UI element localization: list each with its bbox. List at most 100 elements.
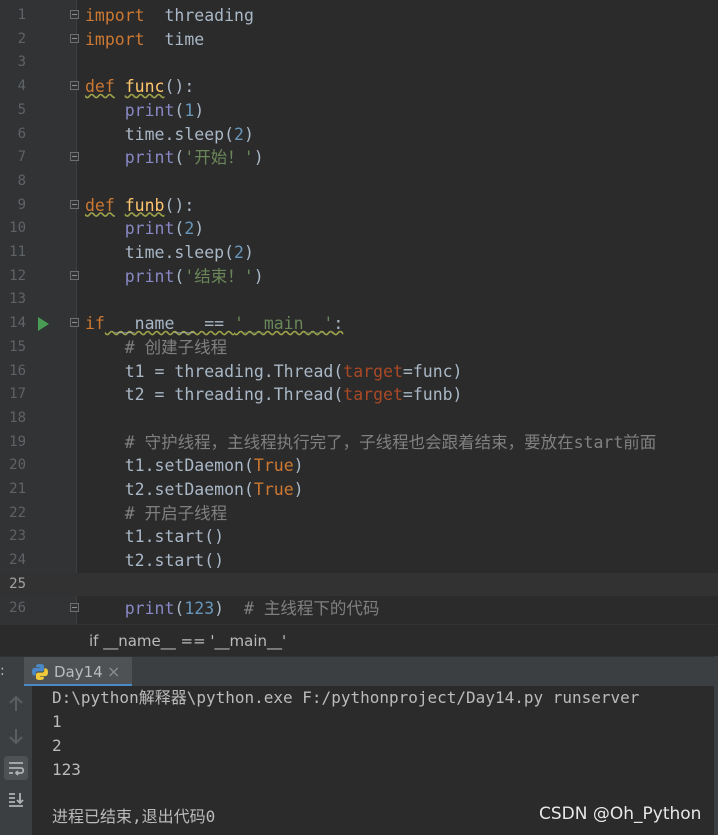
code-token: import — [85, 6, 145, 25]
code-line[interactable]: 5 print(1) — [0, 99, 718, 123]
code-token: (): — [164, 195, 195, 215]
code-token: time.sleep( — [85, 124, 235, 144]
breadcrumb-item[interactable]: if __name__ == '__main__' — [89, 632, 286, 650]
code-line[interactable]: 18 — [0, 407, 718, 431]
code-line[interactable]: 20 t1.setDaemon(True) — [0, 454, 718, 478]
code-line[interactable]: 22 # 开启子线程 — [0, 502, 718, 526]
code-token: import — [85, 29, 145, 49]
code-text: import time — [85, 28, 204, 52]
code-text: # 守护线程，主线程执行完了，子线程也会跟着结束，要放在start前面 — [85, 431, 657, 455]
code-line[interactable]: 6 time.sleep(2) — [0, 123, 718, 147]
code-line[interactable]: 1 import threading — [0, 4, 718, 28]
line-number: 21 — [9, 481, 26, 497]
code-line[interactable]: 10 print(2) — [0, 217, 718, 241]
code-line[interactable]: 21 t2.setDaemon(True) — [0, 478, 718, 502]
code-token: print — [124, 266, 175, 286]
line-number: 2 — [17, 30, 26, 47]
fold-marker-icon[interactable] — [70, 270, 79, 280]
code-token: 2 — [234, 243, 244, 262]
code-line[interactable]: 15 # 创建子线程 — [0, 336, 718, 360]
code-token: # 主线程下的代码 — [243, 598, 380, 618]
line-number: 26 — [9, 599, 26, 616]
code-token: print — [124, 100, 175, 120]
line-number: 20 — [9, 457, 26, 474]
arrow-up-icon[interactable] — [4, 692, 28, 716]
code-text: t1.setDaemon(True) — [85, 454, 304, 478]
fold-marker-icon[interactable] — [70, 602, 79, 612]
code-token: ( — [174, 219, 185, 239]
code-token: : — [333, 314, 344, 334]
code-token: def — [85, 195, 115, 215]
code-line[interactable]: 9 def funb(): — [0, 194, 718, 218]
code-token: ) — [214, 598, 244, 618]
code-line[interactable]: 19 # 守护线程，主线程执行完了，子线程也会跟着结束，要放在start前面 — [0, 431, 718, 455]
code-token: if — [85, 314, 105, 334]
code-token: (): — [164, 77, 195, 97]
breadcrumb[interactable]: if __name__ == '__main__' — [0, 624, 718, 657]
soft-wrap-icon[interactable] — [4, 756, 28, 780]
code-token: ( — [174, 266, 185, 286]
code-token: # 创建子线程 — [124, 337, 228, 357]
code-line[interactable]: 11 time.sleep(2) — [0, 241, 718, 265]
code-line[interactable]: 25 — [0, 572, 718, 597]
run-gutter-icon[interactable] — [38, 317, 49, 332]
code-token: 1 — [184, 100, 195, 120]
code-line[interactable]: 8 — [0, 170, 718, 194]
code-token: t2 = threading.Thread( — [85, 385, 344, 405]
code-line[interactable]: 16 t1 = threading.Thread(target=func) — [0, 360, 718, 384]
fold-marker-icon[interactable] — [70, 199, 79, 209]
line-number: 10 — [9, 220, 26, 237]
line-number: 17 — [9, 386, 26, 403]
code-token: # 开启子线程 — [124, 503, 228, 523]
code-line[interactable]: 2 import time — [0, 28, 718, 52]
code-token: threading — [144, 6, 254, 25]
panel-edge — [714, 656, 718, 835]
code-token: t2.setDaemon( — [85, 480, 254, 499]
line-number: 1 — [17, 7, 26, 23]
fold-marker-icon[interactable] — [70, 33, 79, 43]
fold-marker-icon[interactable] — [70, 10, 79, 19]
code-text: time.sleep(2) — [85, 123, 254, 147]
line-number: 23 — [9, 528, 26, 545]
code-token: # 守护线程，主线程执行完了，子线程也会跟着结束，要放在start前面 — [124, 432, 657, 452]
code-line[interactable]: 4 def func(): — [0, 75, 718, 99]
code-token: True — [253, 480, 294, 499]
code-line[interactable]: 23 t1.start() — [0, 525, 718, 549]
code-line[interactable]: 12 print('结束！') — [0, 265, 718, 289]
line-number: 14 — [9, 315, 26, 332]
code-text: print(123) # 主线程下的代码 — [85, 597, 380, 621]
line-number: 8 — [17, 172, 26, 189]
code-token: t1.setDaemon( — [85, 456, 254, 476]
code-line[interactable]: 7 print('开始！') — [0, 146, 718, 170]
code-token: t2.start() — [85, 551, 225, 571]
console-line: 进程已结束,退出代码0 — [52, 807, 216, 826]
console-toolbar — [0, 686, 32, 835]
fold-marker-icon[interactable] — [70, 152, 79, 162]
close-icon[interactable]: × — [107, 662, 120, 681]
code-line[interactable]: 14 if __name__ == '__main__': — [0, 312, 718, 336]
code-line[interactable]: 24 t2.start() — [0, 549, 718, 573]
code-token: print — [124, 598, 175, 618]
code-token: ) — [293, 480, 304, 499]
code-token: func — [124, 77, 165, 97]
code-token: time.sleep( — [85, 243, 235, 262]
fold-marker-icon[interactable] — [70, 318, 79, 328]
scroll-to-end-icon[interactable] — [4, 788, 28, 812]
code-line[interactable]: 3 — [0, 51, 718, 75]
line-number: 16 — [9, 362, 26, 379]
code-line[interactable]: 17 t2 = threading.Thread(target=funb) — [0, 383, 718, 407]
console-line: 123 — [52, 760, 81, 779]
fold-marker-icon[interactable] — [70, 81, 79, 91]
code-line[interactable]: 13 — [0, 288, 718, 312]
arrow-down-icon[interactable] — [4, 724, 28, 748]
code-text: def funb(): — [85, 194, 194, 218]
run-tab-day14[interactable]: Day14 × — [24, 657, 132, 687]
code-text: time.sleep(2) — [85, 241, 254, 265]
code-editor[interactable]: 1 import threading 2 import time 3 4 def func(… — [0, 0, 718, 624]
code-line[interactable]: 26 print(123) # 主线程下的代码 — [0, 597, 718, 621]
